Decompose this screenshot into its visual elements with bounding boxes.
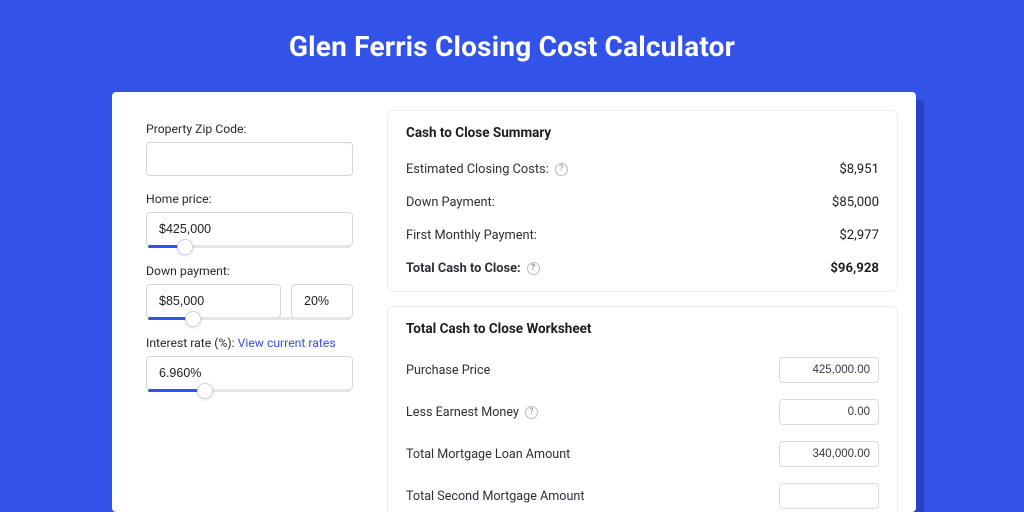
interest-rate-slider[interactable] xyxy=(146,389,353,392)
home-price-slider[interactable] xyxy=(146,245,353,248)
summary-row-down-payment: Down Payment: $85,000 xyxy=(406,186,879,219)
worksheet-row-second-mortgage: Total Second Mortgage Amount xyxy=(406,475,879,512)
worksheet-label: Purchase Price xyxy=(406,363,490,378)
home-price-field: Home price: xyxy=(146,192,353,248)
calculator-card: Property Zip Code: Home price: Down paym… xyxy=(112,92,916,512)
worksheet-input-second-mortgage[interactable] xyxy=(779,483,879,509)
worksheet-label-text: Purchase Price xyxy=(406,363,490,378)
help-icon[interactable]: ? xyxy=(527,262,540,275)
worksheet-label: Total Second Mortgage Amount xyxy=(406,489,584,504)
home-price-slider-thumb[interactable] xyxy=(177,239,193,255)
zip-label: Property Zip Code: xyxy=(146,122,353,136)
summary-label-text: Down Payment: xyxy=(406,195,495,210)
interest-rate-label-text: Interest rate (%): xyxy=(146,336,238,350)
summary-row-total-cash: Total Cash to Close: ? $96,928 xyxy=(406,252,879,285)
worksheet-row-earnest-money: Less Earnest Money ? xyxy=(406,391,879,433)
down-payment-pct-input[interactable] xyxy=(291,284,353,318)
worksheet-label-text: Total Mortgage Loan Amount xyxy=(406,447,570,462)
page-root: Glen Ferris Closing Cost Calculator Prop… xyxy=(0,0,1024,512)
worksheet-card: Total Cash to Close Worksheet Purchase P… xyxy=(387,306,898,512)
summary-value: $2,977 xyxy=(839,228,879,243)
summary-title: Cash to Close Summary xyxy=(406,125,879,141)
down-payment-label: Down payment: xyxy=(146,264,353,278)
worksheet-label: Less Earnest Money ? xyxy=(406,405,538,420)
summary-card: Cash to Close Summary Estimated Closing … xyxy=(387,110,898,292)
worksheet-row-mortgage-amount: Total Mortgage Loan Amount xyxy=(406,433,879,475)
interest-rate-field: Interest rate (%): View current rates xyxy=(146,336,353,392)
results-column: Cash to Close Summary Estimated Closing … xyxy=(377,92,916,512)
worksheet-label-text: Less Earnest Money xyxy=(406,405,519,420)
interest-rate-input[interactable] xyxy=(146,356,353,390)
down-payment-slider-thumb[interactable] xyxy=(185,311,201,327)
summary-label-text: Estimated Closing Costs: xyxy=(406,162,549,177)
page-title: Glen Ferris Closing Cost Calculator xyxy=(0,0,1024,85)
worksheet-title: Total Cash to Close Worksheet xyxy=(406,321,879,337)
worksheet-input-purchase-price[interactable] xyxy=(779,357,879,383)
zip-field: Property Zip Code: xyxy=(146,122,353,176)
down-payment-field: Down payment: xyxy=(146,264,353,320)
help-icon[interactable]: ? xyxy=(555,163,568,176)
summary-label-text: First Monthly Payment: xyxy=(406,228,537,243)
summary-label-text: Total Cash to Close: xyxy=(406,261,521,276)
help-icon[interactable]: ? xyxy=(525,406,538,419)
zip-input[interactable] xyxy=(146,142,353,176)
home-price-label: Home price: xyxy=(146,192,353,206)
summary-label: Total Cash to Close: ? xyxy=(406,261,540,276)
worksheet-input-earnest-money[interactable] xyxy=(779,399,879,425)
down-payment-input[interactable] xyxy=(146,284,281,318)
summary-value: $8,951 xyxy=(839,162,879,177)
down-payment-slider[interactable] xyxy=(146,317,353,320)
summary-row-closing-costs: Estimated Closing Costs: ? $8,951 xyxy=(406,153,879,186)
interest-rate-label: Interest rate (%): View current rates xyxy=(146,336,353,350)
worksheet-label-text: Total Second Mortgage Amount xyxy=(406,489,584,504)
summary-value: $96,928 xyxy=(830,261,879,276)
summary-value: $85,000 xyxy=(832,195,879,210)
view-rates-link[interactable]: View current rates xyxy=(238,336,336,350)
summary-label: Estimated Closing Costs: ? xyxy=(406,162,568,177)
summary-label: First Monthly Payment: xyxy=(406,228,537,243)
input-sidebar: Property Zip Code: Home price: Down paym… xyxy=(112,92,377,512)
summary-label: Down Payment: xyxy=(406,195,495,210)
worksheet-input-mortgage-amount[interactable] xyxy=(779,441,879,467)
worksheet-label: Total Mortgage Loan Amount xyxy=(406,447,570,462)
summary-row-first-monthly: First Monthly Payment: $2,977 xyxy=(406,219,879,252)
interest-rate-slider-thumb[interactable] xyxy=(197,383,213,399)
worksheet-row-purchase-price: Purchase Price xyxy=(406,349,879,391)
